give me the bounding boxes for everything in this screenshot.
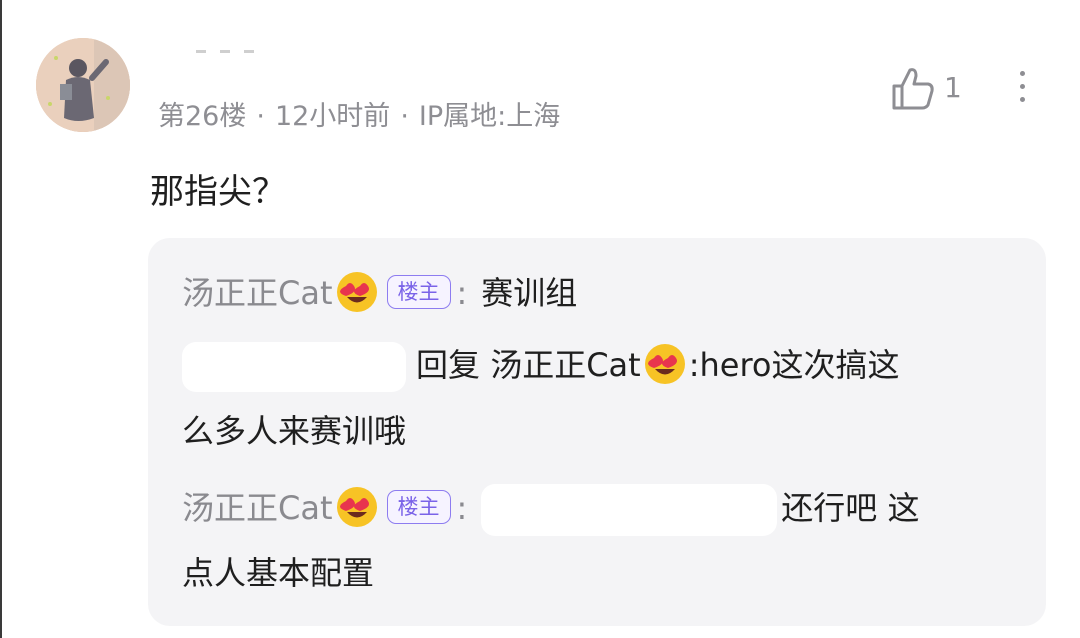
reply-text: 赛训组 xyxy=(481,274,578,312)
reply-word: 回复 xyxy=(416,346,481,384)
thumbs-up-icon xyxy=(892,68,934,110)
window-left-border xyxy=(0,0,2,638)
reply-username[interactable]: 汤正正Cat xyxy=(182,274,333,312)
reply-text: :hero这次搞这 xyxy=(688,346,900,384)
reply-item[interactable]: 汤正正Cat 楼主: 还行吧 这 xyxy=(182,484,919,536)
like-button[interactable] xyxy=(890,64,936,112)
redacted-content xyxy=(481,484,778,536)
reply-colon: : xyxy=(456,274,468,312)
reply-item[interactable]: 汤正正Cat 楼主: 赛训组 xyxy=(182,270,577,316)
redacted-username xyxy=(182,342,406,392)
reply-thread[interactable]: 汤正正Cat 楼主: 赛训组 回复 汤正正Cat:hero这次搞这 么多人来赛训哦 … xyxy=(148,238,1046,626)
reply-colon: : xyxy=(456,489,468,527)
op-badge: 楼主 xyxy=(386,490,451,524)
more-options-button[interactable] xyxy=(1008,66,1036,110)
reply-username[interactable]: 汤正正Cat xyxy=(182,489,333,527)
user-avatar[interactable] xyxy=(36,38,130,132)
meta-separator: · xyxy=(256,101,265,132)
comment-content: 那指尖？ xyxy=(150,172,286,212)
op-badge: 楼主 xyxy=(386,275,451,309)
avatar-image xyxy=(36,38,130,132)
meta-separator: · xyxy=(400,101,409,132)
post-time: 12小时前 xyxy=(274,101,391,132)
reply-text: 还行吧 这 xyxy=(781,489,920,527)
reply-item[interactable]: 回复 汤正正Cat :hero这次搞这 xyxy=(182,342,900,392)
post-meta: 第26楼 · 12小时前 · IP属地:上海 xyxy=(158,100,560,134)
heart-eyes-emoji-icon xyxy=(335,485,379,529)
floor-number: 第26楼 xyxy=(158,101,247,132)
username-faint xyxy=(196,38,276,53)
more-vertical-icon xyxy=(1019,71,1025,76)
reply-target-user[interactable]: 汤正正Cat xyxy=(490,346,641,384)
reply-text-continued: 点人基本配置 xyxy=(182,554,375,592)
like-count: 1 xyxy=(944,71,962,104)
reply-text-continued: 么多人来赛训哦 xyxy=(182,412,407,450)
heart-eyes-emoji-icon xyxy=(335,270,379,314)
ip-location: IP属地:上海 xyxy=(418,101,561,132)
heart-eyes-emoji-icon xyxy=(643,342,687,386)
